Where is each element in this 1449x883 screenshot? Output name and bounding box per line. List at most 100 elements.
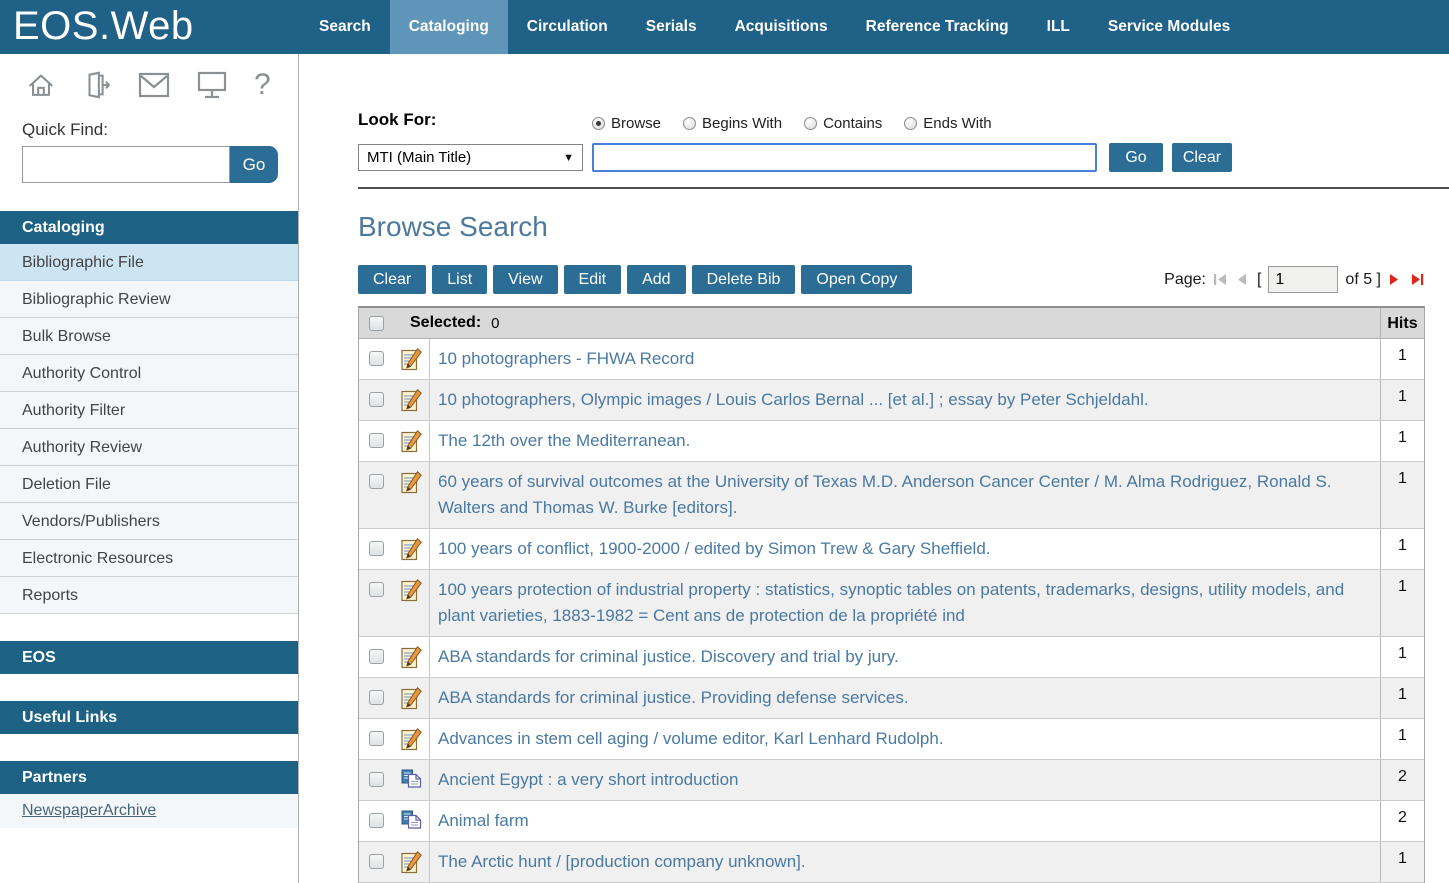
select-all-checkbox[interactable] <box>369 316 384 331</box>
edit-note-icon[interactable] <box>393 339 430 379</box>
next-page-icon[interactable] <box>1388 272 1403 287</box>
monitor-icon[interactable] <box>196 70 228 100</box>
nav-item-service-modules[interactable]: Service Modules <box>1089 0 1249 54</box>
record-title-link[interactable]: The Arctic hunt / [production company un… <box>430 842 1380 882</box>
row-checkbox[interactable] <box>369 772 384 787</box>
edit-note-icon[interactable] <box>393 842 430 882</box>
record-title-link[interactable]: Ancient Egypt : a very short introductio… <box>430 760 1380 800</box>
sidebar-item-authority-review[interactable]: Authority Review <box>0 429 298 466</box>
row-checkbox[interactable] <box>369 474 384 489</box>
edit-note-icon[interactable] <box>393 678 430 718</box>
home-icon[interactable] <box>26 70 56 100</box>
hits-value: 1 <box>1380 421 1424 461</box>
nav-item-acquisitions[interactable]: Acquisitions <box>716 0 847 54</box>
hits-value: 1 <box>1380 462 1424 528</box>
mode-radio-label: Browse <box>611 115 661 132</box>
edit-note-icon[interactable] <box>393 719 430 759</box>
edit-note-icon[interactable] <box>393 570 430 636</box>
mode-radio-label: Contains <box>823 115 882 132</box>
mail-icon[interactable] <box>138 72 170 98</box>
toolbar-clear-button[interactable]: Clear <box>358 265 426 294</box>
radio-icon[interactable] <box>592 117 605 130</box>
nav-item-serials[interactable]: Serials <box>627 0 716 54</box>
page-total: of 5 ] <box>1345 271 1381 289</box>
record-title-link[interactable]: 10 photographers - FHWA Record <box>430 339 1380 379</box>
row-checkbox[interactable] <box>369 731 384 746</box>
page-bracket: [ <box>1257 271 1261 289</box>
toolbar-list-button[interactable]: List <box>432 265 487 294</box>
row-checkbox[interactable] <box>369 433 384 448</box>
sidebar-item-reports[interactable]: Reports <box>0 577 298 614</box>
row-checkbox[interactable] <box>369 690 384 705</box>
record-title-link[interactable]: Animal farm <box>430 801 1380 841</box>
sidebar-item-deletion-file[interactable]: Deletion File <box>0 466 298 503</box>
quick-find-input[interactable] <box>22 146 230 183</box>
mode-radio-begins-with[interactable]: Begins With <box>683 115 782 132</box>
edit-note-icon[interactable] <box>393 637 430 677</box>
search-query-input[interactable] <box>592 143 1097 172</box>
nav-item-ill[interactable]: ILL <box>1028 0 1089 54</box>
index-select[interactable]: MTI (Main Title) ▼ <box>358 144 583 171</box>
row-checkbox[interactable] <box>369 649 384 664</box>
page-number-input[interactable] <box>1268 266 1338 293</box>
toolbar-delete-bib-button[interactable]: Delete Bib <box>692 265 796 294</box>
record-title-link[interactable]: 100 years protection of industrial prope… <box>430 570 1380 636</box>
sidebar-item-bibliographic-file[interactable]: Bibliographic File <box>0 244 298 281</box>
row-checkbox[interactable] <box>369 813 384 828</box>
record-title-link[interactable]: 10 photographers, Olympic images / Louis… <box>430 380 1380 420</box>
hits-header: Hits <box>1380 308 1424 338</box>
results-table-header: Selected: 0 Hits <box>359 308 1424 339</box>
record-title-link[interactable]: 100 years of conflict, 1900-2000 / edite… <box>430 529 1380 569</box>
row-checkbox[interactable] <box>369 351 384 366</box>
copies-icon[interactable] <box>393 801 430 841</box>
edit-note-icon[interactable] <box>393 380 430 420</box>
help-icon[interactable]: ? <box>254 70 271 100</box>
record-title-link[interactable]: ABA standards for criminal justice. Prov… <box>430 678 1380 718</box>
mode-radio-ends-with[interactable]: Ends With <box>904 115 991 132</box>
edit-note-icon[interactable] <box>393 529 430 569</box>
edit-note-icon[interactable] <box>393 462 430 528</box>
quick-find-go-button[interactable]: Go <box>230 146 278 183</box>
radio-icon[interactable] <box>804 117 817 130</box>
sidebar-item-authority-control[interactable]: Authority Control <box>0 355 298 392</box>
record-title-link[interactable]: Advances in stem cell aging / volume edi… <box>430 719 1380 759</box>
mode-radio-contains[interactable]: Contains <box>804 115 882 132</box>
nav-item-search[interactable]: Search <box>300 0 390 54</box>
sidebar-item-bulk-browse[interactable]: Bulk Browse <box>0 318 298 355</box>
row-checkbox[interactable] <box>369 582 384 597</box>
last-page-icon[interactable] <box>1410 272 1425 287</box>
sidebar: ? Quick Find: Go CatalogingBibliographic… <box>0 54 299 883</box>
first-page-icon[interactable] <box>1213 272 1228 287</box>
record-title-link[interactable]: 60 years of survival outcomes at the Uni… <box>430 462 1380 528</box>
prev-page-icon[interactable] <box>1235 272 1250 287</box>
sidebar-item-bibliographic-review[interactable]: Bibliographic Review <box>0 281 298 318</box>
copies-icon[interactable] <box>393 760 430 800</box>
table-row: 100 years protection of industrial prope… <box>359 570 1424 637</box>
row-checkbox[interactable] <box>369 392 384 407</box>
sidebar-item-electronic-resources[interactable]: Electronic Resources <box>0 540 298 577</box>
mode-radio-browse[interactable]: Browse <box>592 115 661 132</box>
toolbar-open-copy-button[interactable]: Open Copy <box>801 265 912 294</box>
search-clear-button[interactable]: Clear <box>1172 143 1232 172</box>
search-go-button[interactable]: Go <box>1109 143 1163 172</box>
page-layout: ? Quick Find: Go CatalogingBibliographic… <box>0 54 1449 883</box>
toolbar-view-button[interactable]: View <box>493 265 557 294</box>
record-title-link[interactable]: The 12th over the Mediterranean. <box>430 421 1380 461</box>
sidebar-item-authority-filter[interactable]: Authority Filter <box>0 392 298 429</box>
radio-icon[interactable] <box>683 117 696 130</box>
row-checkbox[interactable] <box>369 541 384 556</box>
sidebar-link-newspaperarchive[interactable]: NewspaperArchive <box>22 802 156 819</box>
logout-icon[interactable] <box>82 70 112 100</box>
nav-item-reference-tracking[interactable]: Reference Tracking <box>847 0 1028 54</box>
edit-note-icon[interactable] <box>393 421 430 461</box>
sidebar-spacer <box>0 614 298 641</box>
row-checkbox[interactable] <box>369 854 384 869</box>
radio-icon[interactable] <box>904 117 917 130</box>
record-title-link[interactable]: ABA standards for criminal justice. Disc… <box>430 637 1380 677</box>
toolbar-edit-button[interactable]: Edit <box>564 265 622 294</box>
hits-value: 1 <box>1380 529 1424 569</box>
nav-item-circulation[interactable]: Circulation <box>508 0 627 54</box>
nav-item-cataloging[interactable]: Cataloging <box>390 0 508 54</box>
sidebar-item-vendors-publishers[interactable]: Vendors/Publishers <box>0 503 298 540</box>
toolbar-add-button[interactable]: Add <box>627 265 685 294</box>
